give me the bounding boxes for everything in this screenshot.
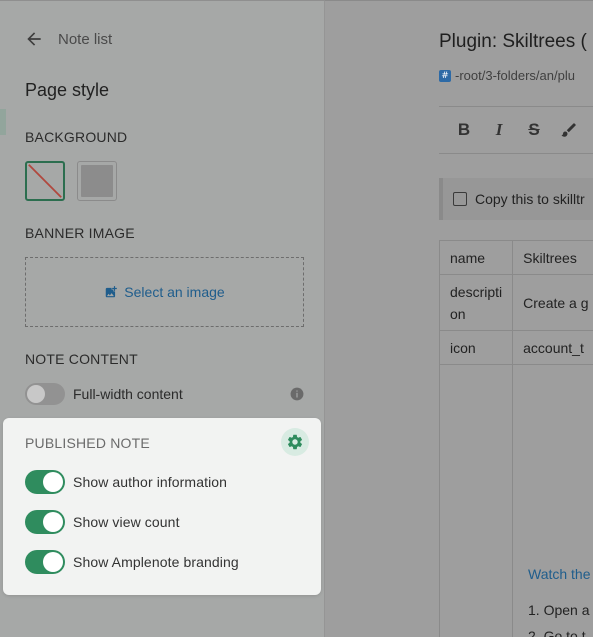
show-author-label: Show author information xyxy=(73,474,228,490)
background-label: BACKGROUND xyxy=(25,129,128,145)
background-none-swatch[interactable] xyxy=(25,161,65,201)
no-color-icon xyxy=(28,164,62,198)
table-row: descripti on Create a g xyxy=(438,274,593,331)
task-checkbox[interactable] xyxy=(453,192,467,206)
note-title[interactable]: Plugin: Skiltrees ( xyxy=(439,31,587,53)
table-cell[interactable] xyxy=(438,364,514,637)
add-image-icon xyxy=(106,286,118,298)
toggle-knob xyxy=(43,552,63,572)
note-content-label: NOTE CONTENT xyxy=(25,351,138,367)
format-toolbar: B I S xyxy=(439,106,593,154)
select-image-dropzone[interactable]: Select an image xyxy=(25,257,304,327)
gray-swatch-fill xyxy=(81,165,113,197)
table-cell[interactable]: icon xyxy=(438,330,514,365)
back-label: Note list xyxy=(58,30,113,48)
full-width-row: Full-width content xyxy=(25,383,304,405)
note-tag-path[interactable]: # -root/3-folders/an/plu xyxy=(439,68,575,83)
show-view-count-label: Show view count xyxy=(73,514,180,530)
table-cell[interactable]: descripti on xyxy=(438,274,514,331)
strikethrough-icon[interactable]: S xyxy=(525,120,543,139)
show-view-count-row: Show view count xyxy=(25,510,180,534)
full-width-label: Full-width content xyxy=(73,386,183,402)
show-branding-toggle[interactable] xyxy=(25,550,65,574)
toggle-knob xyxy=(43,472,63,492)
toggle-knob xyxy=(27,385,45,403)
show-author-toggle[interactable] xyxy=(25,470,65,494)
watch-link[interactable]: Watch the xyxy=(528,566,591,582)
list-item: 1. Open a xyxy=(528,602,590,618)
banner-image-label: BANNER IMAGE xyxy=(25,225,135,241)
show-branding-row: Show Amplenote branding xyxy=(25,550,239,574)
bold-icon[interactable]: B xyxy=(455,120,473,139)
table-cell[interactable]: Create a g xyxy=(512,274,593,331)
show-author-row: Show author information xyxy=(25,470,227,494)
select-image-label: Select an image xyxy=(124,284,225,300)
show-branding-label: Show Amplenote branding xyxy=(73,554,239,570)
table-cell[interactable] xyxy=(512,364,593,637)
page-style-heading: Page style xyxy=(25,80,110,100)
show-view-count-toggle[interactable] xyxy=(25,510,65,534)
tag-path-text: -root/3-folders/an/plu xyxy=(455,68,575,83)
table-cell[interactable]: Skiltrees xyxy=(512,240,593,275)
info-icon[interactable] xyxy=(290,387,304,401)
table-row: name Skiltrees xyxy=(438,240,593,275)
list-item: 2. Go to t xyxy=(528,628,586,637)
toggle-knob xyxy=(43,512,63,532)
callout-block: Copy this to skilltr xyxy=(439,178,593,220)
arrow-left-icon xyxy=(27,32,41,46)
table-cell[interactable]: name xyxy=(438,240,514,275)
table-row: icon account_t xyxy=(438,330,593,365)
tag-icon: # xyxy=(439,69,451,82)
sidebar-edge-highlight xyxy=(0,109,6,135)
back-to-note-list[interactable]: Note list xyxy=(24,29,112,49)
gear-icon xyxy=(287,434,303,450)
full-width-toggle[interactable] xyxy=(25,383,65,405)
highlight-brush-icon[interactable] xyxy=(560,121,578,139)
italic-icon[interactable]: I xyxy=(490,120,508,139)
published-note-card: PUBLISHED NOTE Show author information S… xyxy=(3,418,321,595)
table-cell[interactable]: account_t xyxy=(512,330,593,365)
published-settings-button[interactable] xyxy=(281,428,309,456)
callout-text: Copy this to skilltr xyxy=(475,191,585,207)
background-gray-swatch[interactable] xyxy=(77,161,117,201)
published-note-title: PUBLISHED NOTE xyxy=(25,435,150,451)
table-row xyxy=(438,364,593,637)
